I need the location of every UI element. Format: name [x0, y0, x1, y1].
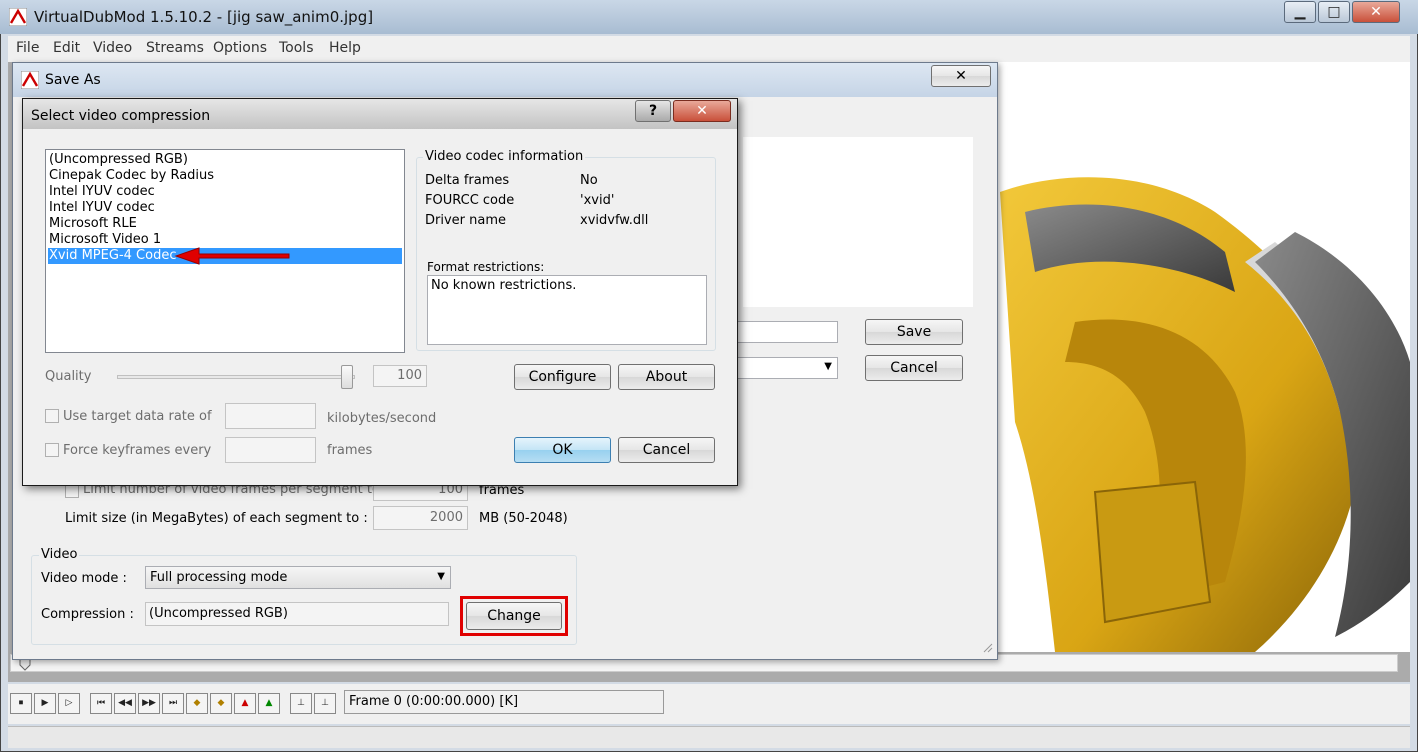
driver-name-key: Driver name	[425, 213, 507, 228]
maximize-button[interactable]: □	[1318, 1, 1350, 23]
menu-streams[interactable]: Streams	[146, 40, 204, 56]
keyframes-checkbox[interactable]	[45, 443, 59, 457]
minimize-button[interactable]: ▁	[1284, 1, 1316, 23]
close-button[interactable]: ✕	[1352, 1, 1400, 23]
menu-file[interactable]: File	[16, 40, 39, 56]
quality-slider[interactable]	[117, 375, 355, 379]
format-restrictions-label: Format restrictions:	[427, 260, 545, 274]
filename-input[interactable]	[735, 321, 838, 343]
video-preview	[995, 62, 1410, 652]
delta-frames-value: No	[580, 173, 598, 188]
filetype-select[interactable]: ▼	[735, 357, 838, 379]
end-icon[interactable]: ⏭	[162, 693, 184, 714]
jigsaw-model-image	[1000, 177, 1410, 652]
target-rate-unit: kilobytes/second	[327, 411, 437, 426]
video-group-label: Video	[39, 547, 80, 562]
list-item[interactable]: (Uncompressed RGB)	[48, 152, 402, 168]
list-item[interactable]: Microsoft RLE	[48, 216, 402, 232]
target-rate-input[interactable]	[225, 403, 316, 429]
codec-close-button[interactable]: ✕	[673, 100, 731, 122]
file-list-area[interactable]	[743, 137, 973, 307]
keyframes-label: Force keyframes every	[63, 443, 212, 458]
status-bar	[8, 726, 1410, 748]
format-restrictions-text: No known restrictions.	[427, 275, 707, 345]
menu-bar: File Edit Video Streams Options Tools He…	[8, 36, 1410, 62]
select-video-compression-dialog: Select video compression ? ✕ (Uncompress…	[22, 98, 738, 486]
fourcc-value: 'xvid'	[580, 193, 615, 208]
frame-status: Frame 0 (0:00:00.000) [K]	[344, 690, 664, 714]
configure-button[interactable]: Configure	[514, 364, 611, 390]
mark-in-icon[interactable]: ⊥	[290, 693, 312, 714]
codec-dialog-title: Select video compression	[31, 108, 211, 124]
stop-icon[interactable]: ⏹	[10, 693, 32, 714]
quality-value[interactable]: 100	[373, 365, 427, 387]
save-as-title: Save As	[45, 72, 101, 88]
quality-slider-thumb[interactable]	[341, 365, 353, 389]
next-scene-icon[interactable]: ▲	[258, 693, 280, 714]
keyframes-unit: frames	[327, 443, 373, 458]
about-button[interactable]: About	[618, 364, 715, 390]
codec-cancel-button[interactable]: Cancel	[618, 437, 715, 463]
save-as-cancel-button[interactable]: Cancel	[865, 355, 963, 381]
app-icon	[21, 71, 39, 89]
list-item[interactable]: Intel IYUV codec	[48, 200, 402, 216]
codec-title-bar[interactable]: Select video compression ? ✕	[23, 99, 737, 129]
video-mode-value: Full processing mode	[150, 570, 288, 585]
limit-size-unit: MB (50-2048)	[479, 511, 568, 526]
save-as-title-bar[interactable]: Save As ✕	[13, 63, 997, 97]
save-button[interactable]: Save	[865, 319, 963, 345]
play-input-icon[interactable]: ▶	[34, 693, 56, 714]
save-as-close-button[interactable]: ✕	[931, 65, 991, 87]
ok-button[interactable]: OK	[514, 437, 611, 463]
limit-frames-checkbox[interactable]	[65, 484, 79, 498]
compression-value: (Uncompressed RGB)	[145, 602, 449, 626]
red-arrow-annotation	[174, 247, 290, 265]
resize-grip-icon[interactable]	[981, 641, 993, 653]
mark-out-icon[interactable]: ⊥	[314, 693, 336, 714]
back-icon[interactable]: ◀◀	[114, 693, 136, 714]
compression-label: Compression :	[41, 607, 134, 622]
target-rate-checkbox[interactable]	[45, 409, 59, 423]
quality-label: Quality	[45, 369, 92, 384]
main-title-bar[interactable]: VirtualDubMod 1.5.10.2 - [jig saw_anim0.…	[0, 0, 1418, 34]
menu-video[interactable]: Video	[93, 40, 132, 56]
play-output-icon[interactable]: ▷	[58, 693, 80, 714]
fourcc-key: FOURCC code	[425, 193, 515, 208]
menu-edit[interactable]: Edit	[53, 40, 80, 56]
menu-options[interactable]: Options	[213, 40, 267, 56]
chevron-down-icon: ▼	[437, 571, 445, 582]
app-icon	[9, 8, 27, 26]
target-rate-label: Use target data rate of	[63, 409, 212, 424]
list-item[interactable]: Intel IYUV codec	[48, 184, 402, 200]
help-button[interactable]: ?	[635, 100, 671, 122]
video-mode-label: Video mode :	[41, 571, 127, 586]
video-mode-select[interactable]: Full processing mode ▼	[145, 566, 451, 589]
prev-scene-icon[interactable]: ▲	[234, 693, 256, 714]
delta-frames-key: Delta frames	[425, 173, 510, 188]
limit-size-label: Limit size (in MegaBytes) of each segmen…	[65, 511, 368, 526]
limit-size-input[interactable]: 2000	[373, 506, 468, 530]
driver-name-value: xvidvfw.dll	[580, 213, 649, 228]
change-button[interactable]: Change	[466, 602, 562, 630]
forward-icon[interactable]: ▶▶	[138, 693, 160, 714]
next-keyframe-icon[interactable]: ◆	[210, 693, 232, 714]
prev-keyframe-icon[interactable]: ◆	[186, 693, 208, 714]
menu-tools[interactable]: Tools	[279, 40, 314, 56]
keyframes-input[interactable]	[225, 437, 316, 463]
menu-help[interactable]: Help	[329, 40, 361, 56]
start-icon[interactable]: ⏮	[90, 693, 112, 714]
codec-info-label: Video codec information	[423, 149, 586, 164]
main-window-title: VirtualDubMod 1.5.10.2 - [jig saw_anim0.…	[34, 8, 374, 26]
list-item[interactable]: Cinepak Codec by Radius	[48, 168, 402, 184]
